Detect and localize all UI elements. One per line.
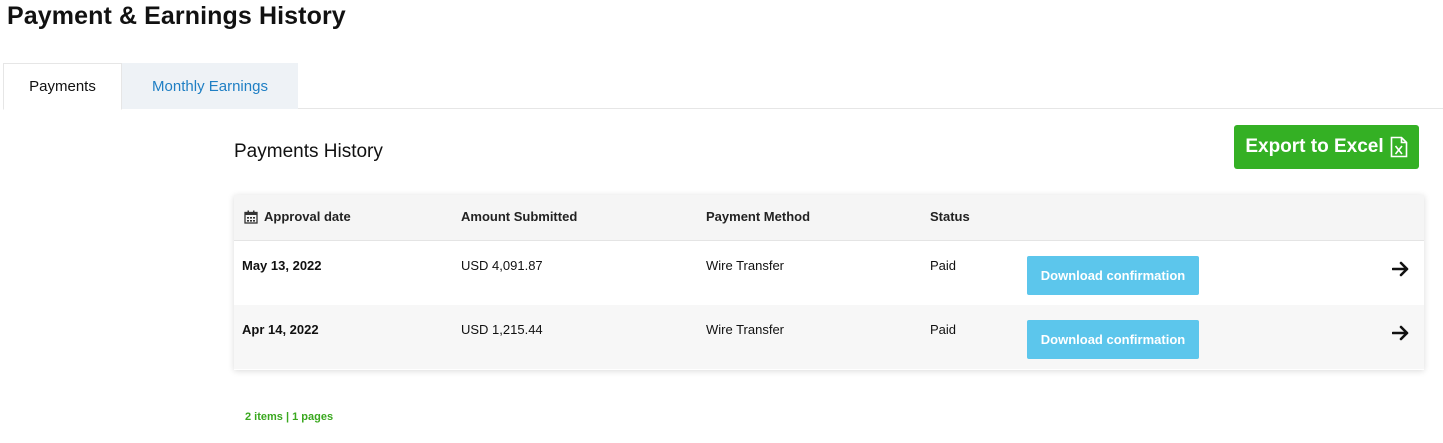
header-payment-method: Payment Method (706, 209, 811, 224)
tab-payments[interactable]: Payments (3, 63, 122, 110)
page: Payment & Earnings History Payments Mont… (0, 0, 1443, 443)
arrow-right-icon[interactable] (1391, 259, 1411, 279)
table-row: May 13, 2022 USD 4,091.87 Wire Transfer … (234, 241, 1424, 305)
download-confirmation-button[interactable]: Download confirmation (1027, 320, 1199, 359)
cell-payment-method: Wire Transfer (706, 258, 785, 273)
tab-monthly-earnings[interactable]: Monthly Earnings (122, 63, 298, 109)
excel-file-icon (1390, 136, 1408, 158)
export-button-label: Export to Excel (1245, 136, 1384, 157)
cell-status: Paid (930, 258, 957, 273)
table-header: Approval date Amount Submitted Payment M… (234, 195, 1424, 241)
page-title: Payment & Earnings History (7, 2, 346, 30)
cell-payment-method: Wire Transfer (706, 322, 785, 337)
pagination-summary: 2 items | 1 pages (245, 411, 334, 423)
header-approval-date-label: Approval date (264, 209, 351, 224)
cell-amount: USD 4,091.87 (461, 258, 543, 273)
header-status: Status (930, 209, 970, 224)
cell-approval-date: May 13, 2022 (242, 258, 322, 273)
payments-table: Approval date Amount Submitted Payment M… (234, 195, 1424, 370)
header-approval-date[interactable]: Approval date (244, 209, 351, 224)
section-title: Payments History (234, 141, 383, 162)
cell-status: Paid (930, 322, 957, 337)
cell-amount: USD 1,215.44 (461, 322, 543, 337)
tab-bar: Payments Monthly Earnings (3, 63, 1443, 110)
cell-approval-date: Apr 14, 2022 (242, 322, 319, 337)
header-amount-submitted: Amount Submitted (461, 209, 578, 224)
export-to-excel-button[interactable]: Export to Excel (1234, 125, 1419, 169)
table-row: Apr 14, 2022 USD 1,215.44 Wire Transfer … (234, 305, 1424, 369)
download-confirmation-button[interactable]: Download confirmation (1027, 256, 1199, 295)
arrow-right-icon[interactable] (1391, 323, 1411, 343)
calendar-icon (244, 210, 258, 224)
